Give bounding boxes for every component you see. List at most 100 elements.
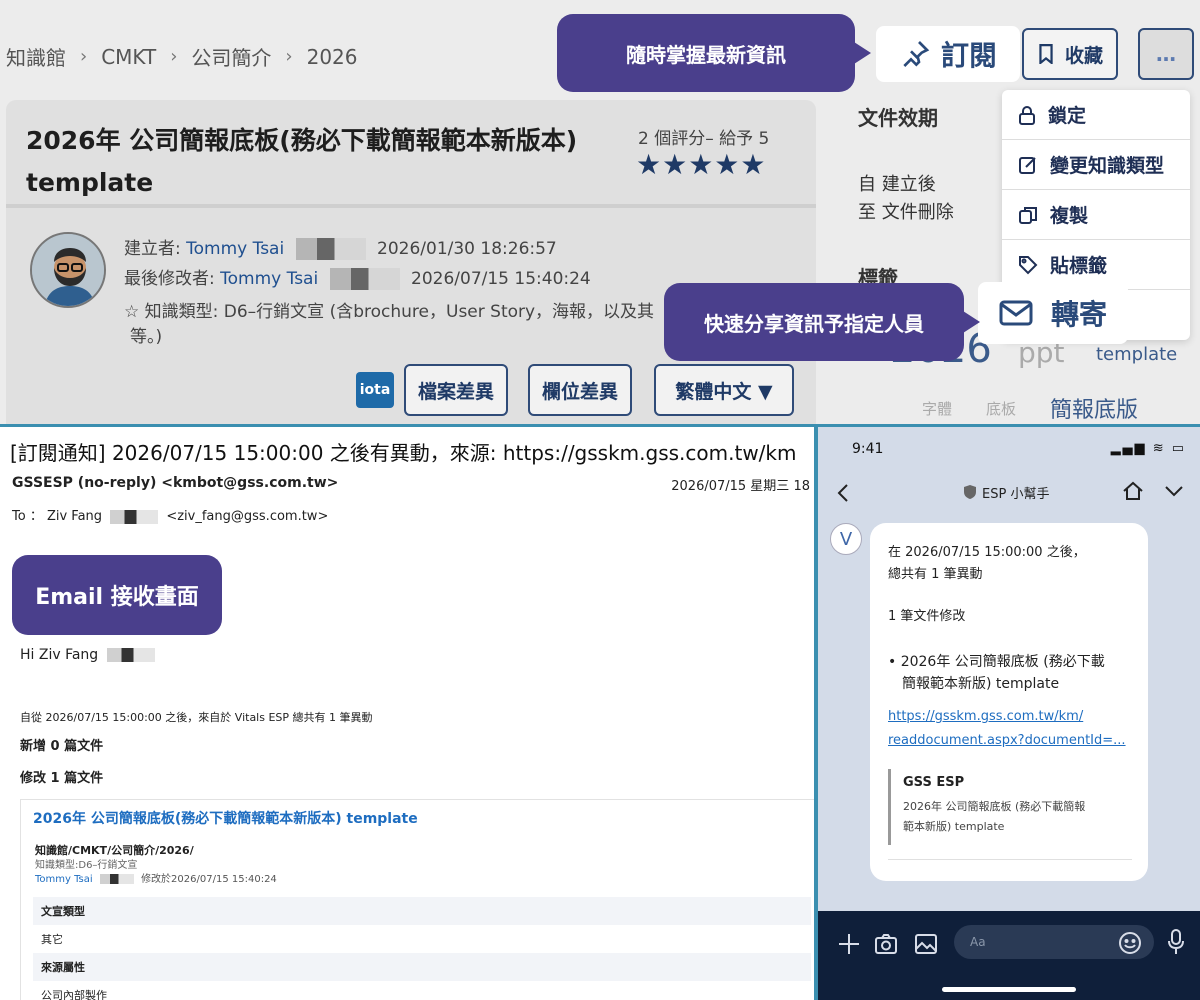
bubble-divider [888, 859, 1132, 860]
chat-preview: 9:41 ▂▄▆ ≋ ▭ ESP 小幫手 V 在 2026/07/15 15:0… [814, 424, 1200, 1000]
tag-template[interactable]: template [1096, 344, 1177, 365]
validity-heading: 文件效期 [858, 106, 938, 130]
message-bullet-cont: 簡報範本新版) template [902, 676, 1060, 692]
created-at: 2026/01/30 18:26:57 [377, 239, 557, 259]
redacted-block [329, 268, 400, 290]
mail-icon [999, 300, 1033, 326]
menu-item-copy[interactable]: 複製 [1002, 190, 1190, 240]
email-callout: Email 接收畫面 [12, 555, 222, 635]
email-field-header: 來源屬性 [33, 953, 811, 981]
breadcrumb-item-company[interactable]: 公司簡介 [191, 42, 271, 71]
tag-deck[interactable]: 簡報底版 [1050, 392, 1138, 424]
pin-icon [903, 41, 930, 67]
favorite-button[interactable]: 收藏 [1022, 28, 1118, 80]
image-icon[interactable] [914, 933, 938, 955]
bookmark-icon [1039, 44, 1053, 64]
copy-icon [1019, 206, 1037, 224]
creator-name[interactable]: Tommy Tsai [186, 239, 284, 259]
chevron-right-icon: › [80, 46, 88, 67]
menu-item-change-type[interactable]: 變更知識類型 [1002, 140, 1190, 190]
rating-stars[interactable]: ★★★★★ [636, 148, 767, 181]
email-document-box: 2026年 公司簡報底板(務必下載簡報範本新版本) template 知識館/C… [20, 799, 814, 1000]
shield-icon [964, 485, 976, 499]
field-diff-button[interactable]: 欄位差異 [528, 364, 632, 416]
forward-callout-text: 快速分享資訊予指定人員 [704, 311, 924, 336]
tag-base[interactable]: 底板 [986, 398, 1016, 419]
message-bullet: • 2026年 公司簡報底板 (務必下載 [888, 654, 1105, 670]
message-line: 在 2026/07/15 15:00:00 之後， [888, 545, 1086, 560]
modifier-line: 最後修改者: Tommy Tsai 2026/07/15 15:40:24 [124, 264, 591, 290]
back-icon[interactable] [836, 483, 850, 503]
breadcrumb-item-kb[interactable]: 知識館 [6, 42, 66, 71]
forward-label: 轉寄 [1050, 298, 1107, 331]
email-to-label: To ： Ziv Fang [12, 509, 103, 524]
breadcrumb-item-cmkt[interactable]: CMKT [101, 45, 156, 69]
emoji-icon[interactable] [1118, 931, 1142, 955]
iota-logo-icon[interactable]: iota [356, 372, 394, 408]
message-link-preview[interactable]: GSS ESP 2026年 公司簡報底板 (務必下載簡報 範本新版) templ… [888, 769, 1132, 845]
km-document-panel: 知識館 › CMKT › 公司簡介 › 2026 訂閱 收藏 … 隨時掌握最新資… [0, 0, 1200, 424]
status-icons: ▂▄▆ ≋ ▭ [1110, 441, 1186, 456]
edit-icon [1019, 156, 1036, 174]
home-icon[interactable] [1122, 481, 1144, 501]
email-modifier-name[interactable]: Tommy Tsai [35, 874, 93, 885]
breadcrumb-item-year[interactable]: 2026 [307, 45, 358, 69]
menu-item-lock[interactable]: 鎖定 [1002, 90, 1190, 140]
email-field-value: 其它 [41, 933, 63, 946]
modified-at: 2026/07/15 15:40:24 [411, 269, 591, 289]
modifier-name[interactable]: Tommy Tsai [220, 269, 318, 289]
email-document-type: 知識類型:D6–行銷文宣 [35, 860, 138, 871]
redacted-block [295, 238, 366, 260]
message-link[interactable]: https://gsskm.gss.com.tw/km/ [888, 709, 1083, 724]
forward-callout: 快速分享資訊予指定人員 [664, 283, 980, 361]
validity-to: 至 文件刪除 [858, 202, 954, 223]
forward-button[interactable]: 轉寄 [978, 282, 1128, 344]
modifier-label: 最後修改者: [124, 269, 215, 289]
email-modified-text: 修改於2026/07/15 15:40:24 [141, 874, 277, 885]
message-link-cont[interactable]: readdocument.aspx?documentId=... [888, 733, 1126, 748]
chat-header: ESP 小幫手 [818, 471, 1200, 511]
message-line: 1 筆文件修改 [888, 609, 966, 624]
microphone-icon[interactable] [1168, 929, 1184, 955]
file-diff-button[interactable]: 檔案差異 [404, 364, 508, 416]
plus-icon[interactable] [838, 933, 860, 955]
lock-icon [1019, 105, 1035, 125]
email-date: 2026/07/15 星期三 18 [671, 479, 810, 494]
bot-avatar: V [830, 523, 862, 555]
avatar [30, 232, 106, 308]
menu-item-lock-label: 鎖定 [1048, 105, 1087, 127]
card-divider [6, 204, 816, 208]
knowledge-type-cont: 等。) [130, 327, 163, 347]
document-title: 2026年 公司簡報底板(務必下載簡報範本新版本) template [26, 126, 578, 197]
more-icon: … [1156, 42, 1176, 66]
language-select[interactable]: 繁體中文 ▼ [654, 364, 794, 416]
email-to-address: <ziv_fang@gss.com.tw> [166, 509, 329, 524]
chevron-right-icon: › [170, 46, 178, 67]
email-modified-line: Tommy Tsai 修改於2026/07/15 15:40:24 [35, 870, 277, 885]
chat-title: ESP 小幫手 [982, 487, 1050, 502]
chevron-down-icon[interactable] [1164, 485, 1184, 497]
email-summary: 自從 2026/07/15 15:00:00 之後，來自於 Vitals ESP… [20, 711, 373, 724]
email-document-link[interactable]: 2026年 公司簡報底板(務必下載簡報範本新版本) template [33, 808, 418, 828]
message-line: 總共有 1 筆異動 [888, 567, 983, 582]
email-callout-text: Email 接收畫面 [35, 585, 199, 610]
menu-item-change-type-label: 變更知識類型 [1050, 155, 1165, 177]
breadcrumb: 知識館 › CMKT › 公司簡介 › 2026 [6, 42, 358, 71]
favorite-label: 收藏 [1064, 44, 1103, 67]
redacted-block [110, 509, 159, 524]
creator-label: 建立者: [124, 239, 181, 259]
more-options-button[interactable]: … [1138, 28, 1194, 80]
subscribe-button[interactable]: 訂閱 [876, 26, 1020, 82]
chevron-right-icon: › [285, 46, 293, 67]
camera-icon[interactable] [874, 933, 898, 955]
knowledge-type: ☆ 知識類型: D6–行銷文宣 (含brochure，User Story，海報… [124, 302, 655, 322]
email-added-count: 新增 0 篇文件 [20, 739, 104, 754]
email-field-value: 公司內部製作 [41, 989, 107, 1000]
status-time: 9:41 [852, 441, 884, 457]
validity-from: 自 建立後 [858, 174, 936, 195]
tag-font[interactable]: 字體 [922, 398, 952, 419]
subscribe-callout-text: 隨時掌握最新資訊 [626, 42, 786, 67]
subscribe-callout: 隨時掌握最新資訊 [557, 14, 871, 92]
tag-icon [1019, 255, 1038, 274]
email-subject: [訂閱通知] 2026/07/15 15:00:00 之後有異動，來源: htt… [10, 441, 797, 465]
